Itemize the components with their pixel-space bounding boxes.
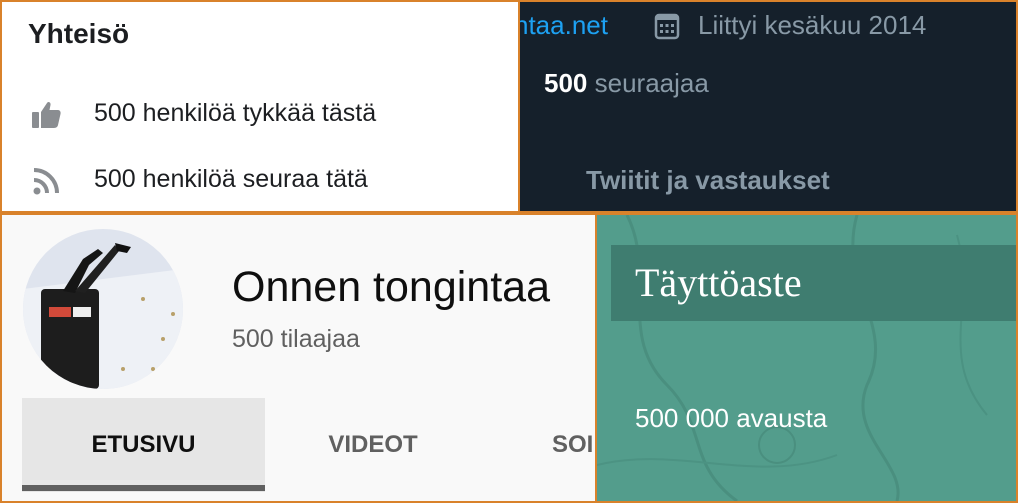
tab-playlists[interactable]: SOI	[522, 398, 595, 492]
likes-row: 500 henkilöä tykkää tästä	[2, 95, 518, 135]
rss-feed-icon	[30, 165, 64, 197]
channel-avatar[interactable]	[23, 229, 183, 389]
follows-text: 500 henkilöä seuraa tätä	[94, 165, 368, 193]
subscriber-count: 500 tilaajaa	[232, 325, 360, 353]
followers-number: 500	[544, 68, 588, 98]
thumbs-up-icon	[30, 99, 64, 131]
calendar-icon	[654, 12, 680, 40]
community-title: Yhteisö	[28, 18, 130, 49]
active-tab-indicator	[22, 485, 265, 491]
followers-count[interactable]: 500 seuraajaa	[544, 68, 709, 99]
tab-tweets-and-replies[interactable]: Twiitit ja vastaukset	[586, 165, 830, 196]
mailing-stats-panel: Täyttöaste 500 000 avausta	[597, 215, 1016, 501]
channel-name: Onnen tongintaa	[232, 263, 550, 311]
join-date: Liittyi kesäkuu 2014	[698, 10, 927, 40]
followers-row: 500 henkilöä seuraa tätä	[2, 161, 518, 201]
tab-videos[interactable]: VIDEOT	[278, 398, 468, 492]
facebook-community-panel: Yhteisö 500 henkilöä tykkää tästä 500 he…	[2, 2, 518, 211]
fill-rate-heading: Täyttöaste	[635, 260, 802, 305]
tab-home[interactable]: ETUSIVU	[22, 398, 265, 492]
twitter-profile-panel: ntaa.net Liittyi kesäkuu 2014 500 seuraa…	[520, 2, 1016, 211]
website-link[interactable]: ntaa.net	[520, 10, 608, 41]
followers-label: seuraajaa	[594, 68, 709, 98]
likes-text: 500 henkilöä tykkää tästä	[94, 99, 377, 127]
heading-bar: Täyttöaste	[611, 245, 1016, 321]
youtube-channel-panel: Onnen tongintaa 500 tilaajaa ETUSIVU VID…	[2, 215, 595, 501]
opens-count: 500 000 avausta	[635, 403, 828, 433]
